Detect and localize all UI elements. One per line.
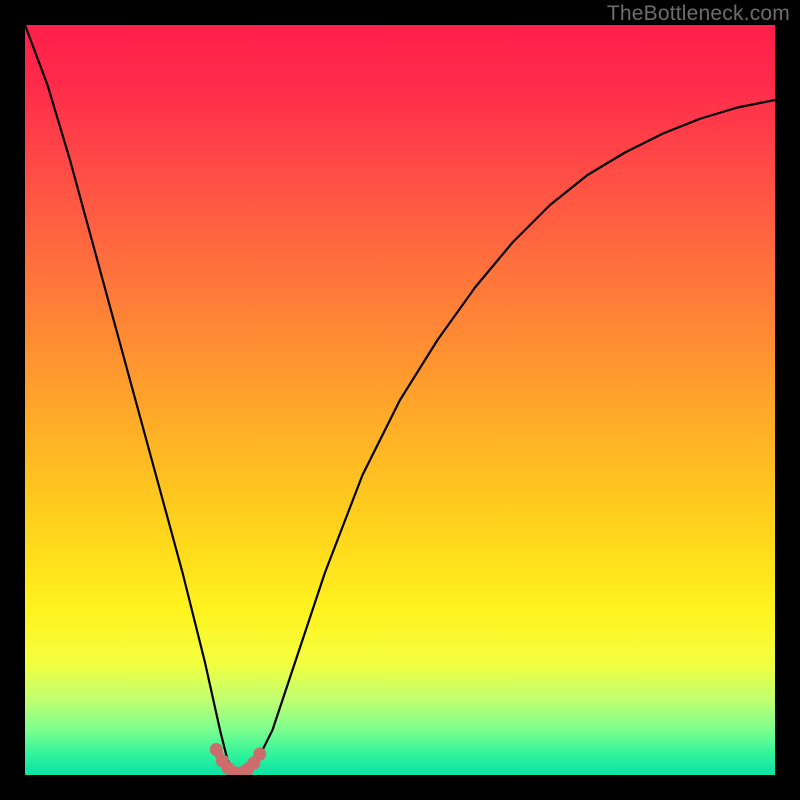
- optimal-range-dots: [210, 743, 267, 775]
- chart-frame: TheBottleneck.com: [0, 0, 800, 800]
- plot-area: [25, 25, 775, 775]
- marker-dot: [210, 743, 223, 756]
- marker-dot: [253, 748, 266, 761]
- watermark: TheBottleneck.com: [607, 2, 790, 26]
- bottleneck-curve: [25, 25, 775, 775]
- curve-svg: [25, 25, 775, 775]
